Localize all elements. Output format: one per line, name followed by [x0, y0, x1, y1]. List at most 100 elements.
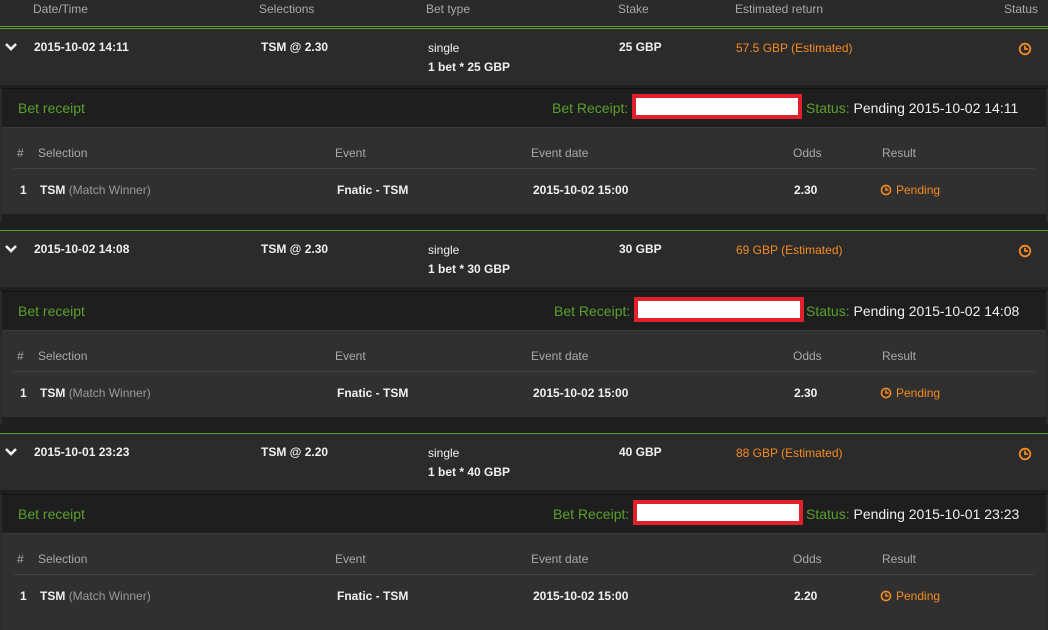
redacted-receipt-id — [632, 94, 802, 119]
receipt-header: Bet receipt Bet Receipt: Status: Pending… — [2, 291, 1046, 331]
bet-receipt-panel: Bet receipt Bet Receipt: Status: Pending… — [0, 494, 1048, 630]
receipt-id-label: Bet Receipt: — [554, 303, 631, 319]
bet-receipt-panel: Bet receipt Bet Receipt: Status: Pending… — [0, 291, 1048, 425]
selection-name: TSM — [40, 183, 66, 197]
bet-summary-row[interactable]: 2015-10-02 14:11 TSM @ 2.30 single 1 bet… — [0, 28, 1048, 85]
chevron-down-icon[interactable] — [4, 42, 18, 52]
bet-type: single — [428, 41, 460, 55]
divider — [14, 371, 1034, 372]
divider — [14, 574, 1034, 575]
col-selections: Selections — [259, 2, 315, 16]
col-event: Event — [335, 146, 366, 160]
col-selection: Selection — [38, 146, 88, 160]
bet-stake: 25 GBP — [619, 40, 662, 54]
col-selection: Selection — [38, 349, 88, 363]
col-odds: Odds — [793, 349, 822, 363]
col-event: Event — [335, 552, 366, 566]
col-event: Event — [335, 349, 366, 363]
col-odds: Odds — [793, 146, 822, 160]
receipt-id-label: Bet Receipt: — [553, 506, 630, 522]
divider — [14, 168, 1034, 169]
status-value: Pending 2015-10-02 14:08 — [853, 303, 1020, 319]
row-num: 1 — [20, 386, 27, 400]
clock-icon — [880, 387, 892, 399]
receipt-title: Bet receipt — [18, 100, 85, 116]
bet-summary-row[interactable]: 2015-10-02 14:08 TSM @ 2.30 single 1 bet… — [0, 230, 1048, 287]
row-num: 1 — [20, 589, 27, 603]
receipt-status: Status: Pending 2015-10-01 23:23 — [806, 506, 1019, 522]
col-odds: Odds — [793, 552, 822, 566]
col-status: Status — [1004, 2, 1039, 16]
bet-type: single — [428, 243, 460, 257]
col-estimated-return: Estimated return — [735, 2, 824, 16]
status-value: Pending 2015-10-02 14:11 — [853, 100, 1019, 116]
selection-name: TSM — [40, 386, 66, 400]
result-label: Pending — [896, 183, 941, 197]
bet-selection: TSM @ 2.30 — [261, 242, 329, 256]
col-datetime: Date/Time — [33, 2, 88, 16]
bet-summary-row[interactable]: 2015-10-01 23:23 TSM @ 2.20 single 1 bet… — [0, 433, 1048, 490]
receipt-id-label: Bet Receipt: — [552, 100, 629, 116]
row-event: Fnatic - TSM — [337, 589, 409, 603]
row-selection: TSM (Match Winner) — [40, 183, 151, 197]
col-result: Result — [882, 349, 917, 363]
bet-estimated-return: 69 GBP (Estimated) — [736, 243, 843, 257]
col-selection: Selection — [38, 552, 88, 566]
row-event-date: 2015-10-02 15:00 — [533, 183, 629, 197]
chevron-down-icon[interactable] — [4, 447, 18, 457]
col-num: # — [17, 146, 24, 160]
receipt-status: Status: Pending 2015-10-02 14:08 — [806, 303, 1019, 319]
selection-name: TSM — [40, 589, 66, 603]
clock-icon — [880, 184, 892, 196]
row-selection: TSM (Match Winner) — [40, 386, 151, 400]
bet-receipt-panel: Bet receipt Bet Receipt: Status: Pending… — [0, 88, 1048, 222]
row-event-date: 2015-10-02 15:00 — [533, 589, 629, 603]
row-event: Fnatic - TSM — [337, 386, 409, 400]
row-result: Pending — [880, 386, 940, 400]
bet-stake: 30 GBP — [619, 242, 662, 256]
chevron-down-icon[interactable] — [4, 244, 18, 254]
col-bet-type: Bet type — [426, 2, 471, 16]
receipt-title: Bet receipt — [18, 506, 85, 522]
selection-market: (Match Winner) — [68, 183, 151, 197]
bet-datetime: 2015-10-01 23:23 — [34, 445, 130, 459]
bet-estimated-return: 57.5 GBP (Estimated) — [736, 41, 853, 55]
bet-detail: 1 bet * 30 GBP — [428, 262, 511, 276]
bet-detail: 1 bet * 25 GBP — [428, 60, 511, 74]
col-event-date: Event date — [531, 146, 589, 160]
bet-datetime: 2015-10-02 14:11 — [34, 40, 129, 54]
redacted-receipt-id — [633, 500, 803, 525]
row-result: Pending — [880, 589, 940, 603]
col-result: Result — [882, 146, 917, 160]
row-odds: 2.30 — [794, 386, 818, 400]
row-odds: 2.30 — [794, 183, 818, 197]
receipt-status: Status: Pending 2015-10-02 14:11 — [806, 100, 1018, 116]
result-label: Pending — [896, 386, 941, 400]
receipt-header: Bet receipt Bet Receipt: Status: Pending… — [2, 88, 1046, 128]
status-label: Status: — [806, 506, 850, 522]
clock-icon — [1018, 447, 1032, 461]
col-stake: Stake — [618, 2, 649, 16]
col-num: # — [17, 552, 24, 566]
receipt-header: Bet receipt Bet Receipt: Status: Pending… — [2, 494, 1046, 534]
bet-type: single — [428, 446, 460, 460]
bet-estimated-return: 88 GBP (Estimated) — [736, 446, 843, 460]
col-num: # — [17, 349, 24, 363]
row-event-date: 2015-10-02 15:00 — [533, 386, 629, 400]
col-event-date: Event date — [531, 552, 589, 566]
clock-icon — [1018, 244, 1032, 258]
col-result: Result — [882, 552, 917, 566]
row-odds: 2.20 — [794, 589, 818, 603]
status-label: Status: — [806, 303, 850, 319]
row-event: Fnatic - TSM — [337, 183, 409, 197]
bets-table-header: Date/Time Selections Bet type Stake Esti… — [0, 0, 1048, 27]
row-result: Pending — [880, 183, 940, 197]
result-label: Pending — [896, 589, 941, 603]
selection-market: (Match Winner) — [68, 386, 151, 400]
row-selection: TSM (Match Winner) — [40, 589, 151, 603]
col-event-date: Event date — [531, 349, 589, 363]
bet-datetime: 2015-10-02 14:08 — [34, 242, 130, 256]
bet-selection: TSM @ 2.20 — [261, 445, 329, 459]
clock-icon — [880, 590, 892, 602]
status-label: Status: — [806, 100, 850, 116]
